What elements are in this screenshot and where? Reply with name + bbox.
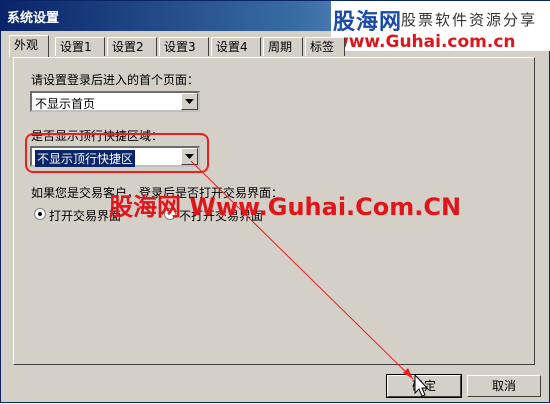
toolbar-dropdown-button[interactable] (181, 148, 198, 165)
tab-labels[interactable]: 标签 (305, 37, 345, 56)
watermark-logo-url: www.Guhai.com.cn (333, 32, 516, 52)
tab-settings-2[interactable]: 设置2 (107, 37, 157, 56)
tab-settings-4[interactable]: 设置4 (211, 37, 261, 56)
ok-button[interactable]: 确定 (386, 374, 462, 398)
homepage-dropdown-button[interactable] (181, 93, 198, 110)
chevron-down-icon (185, 99, 194, 104)
homepage-select[interactable]: 不显示首页 (30, 91, 200, 112)
toolbar-select[interactable]: 不显示顶行快捷区 (30, 146, 200, 167)
window-title: 系统设置 (7, 11, 60, 26)
radio-open-trade[interactable] (34, 208, 46, 220)
toolbar-select-value: 不显示顶行快捷区 (35, 150, 136, 167)
tab-settings-1[interactable]: 设置1 (55, 37, 105, 56)
tab-settings-3[interactable]: 设置3 (159, 37, 209, 56)
radio-selected-dot (38, 212, 42, 216)
watermark-center-text: 股海网 Www.Guhai.Com.CN (109, 193, 462, 221)
tab-period[interactable]: 周期 (263, 37, 303, 56)
watermark-logo-subtitle: 股票软件资源分享 (401, 11, 538, 29)
cancel-button[interactable]: 取消 (467, 375, 541, 397)
tab-appearance[interactable]: 外观 (9, 35, 49, 57)
homepage-select-value: 不显示首页 (35, 97, 96, 111)
homepage-label: 请设置登录后进入的首个页面： (31, 73, 200, 87)
chevron-down-icon (185, 154, 194, 159)
system-settings-window: 系统设置 股海网 股票软件资源分享 www.Guhai.com.cn 外观 设置… (0, 0, 550, 403)
